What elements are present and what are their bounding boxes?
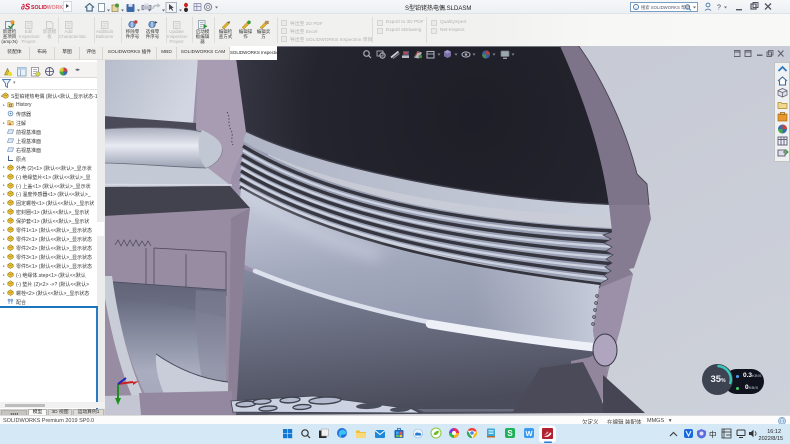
svg-text:中: 中 [709, 429, 717, 439]
svg-text:SOLIDWORKS: SOLIDWORKS [31, 5, 63, 11]
svg-text:?: ? [717, 5, 721, 12]
svg-text:∂S: ∂S [21, 2, 31, 11]
svg-text:16:12: 16:12 [767, 429, 781, 435]
svg-text:W: W [525, 429, 533, 438]
svg-text:2022/8/15: 2022/8/15 [759, 436, 783, 442]
svg-text:S: S [507, 429, 513, 438]
